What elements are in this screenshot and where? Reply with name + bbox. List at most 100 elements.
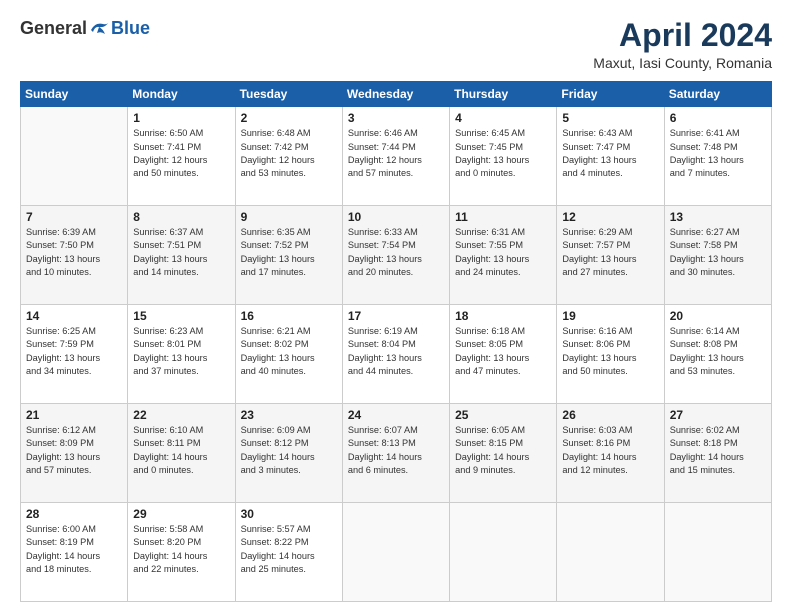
day-info: Sunrise: 6:21 AM Sunset: 8:02 PM Dayligh… <box>241 325 337 378</box>
day-info: Sunrise: 6:48 AM Sunset: 7:42 PM Dayligh… <box>241 127 337 180</box>
calendar-cell: 13 Sunrise: 6:27 AM Sunset: 7:58 PM Dayli… <box>664 206 771 305</box>
day-number: 21 <box>26 408 122 422</box>
day-info: Sunrise: 6:27 AM Sunset: 7:58 PM Dayligh… <box>670 226 766 279</box>
calendar-cell: 25Sunrise: 6:05 AM Sunset: 8:15 PM Dayli… <box>450 404 557 503</box>
day-number: 27 <box>670 408 766 422</box>
calendar-cell: 20 Sunrise: 6:14 AM Sunset: 8:08 PM Dayli… <box>664 305 771 404</box>
day-info: Sunrise: 5:58 AM Sunset: 8:20 PM Dayligh… <box>133 523 229 576</box>
calendar-cell: 11Sunrise: 6:31 AM Sunset: 7:55 PM Dayli… <box>450 206 557 305</box>
calendar-cell: 9 Sunrise: 6:35 AM Sunset: 7:52 PM Daylig… <box>235 206 342 305</box>
day-number: 3 <box>348 111 444 125</box>
calendar-cell: 19Sunrise: 6:16 AM Sunset: 8:06 PM Dayli… <box>557 305 664 404</box>
col-header-tuesday: Tuesday <box>235 82 342 107</box>
calendar-cell <box>557 503 664 602</box>
day-info: Sunrise: 6:45 AM Sunset: 7:45 PM Dayligh… <box>455 127 551 180</box>
logo-general: General <box>20 18 87 39</box>
calendar-cell: 30 Sunrise: 5:57 AM Sunset: 8:22 PM Dayli… <box>235 503 342 602</box>
day-number: 22 <box>133 408 229 422</box>
logo-bird-icon <box>89 20 111 38</box>
day-number: 25 <box>455 408 551 422</box>
day-info: Sunrise: 6:29 AM Sunset: 7:57 PM Dayligh… <box>562 226 658 279</box>
location: Maxut, Iasi County, Romania <box>593 55 772 71</box>
logo-blue: Blue <box>111 18 150 39</box>
day-info: Sunrise: 6:09 AM Sunset: 8:12 PM Dayligh… <box>241 424 337 477</box>
calendar-table: SundayMondayTuesdayWednesdayThursdayFrid… <box>20 81 772 602</box>
day-number: 10 <box>348 210 444 224</box>
day-number: 24 <box>348 408 444 422</box>
calendar-cell: 17 Sunrise: 6:19 AM Sunset: 8:04 PM Dayli… <box>342 305 449 404</box>
day-number: 8 <box>133 210 229 224</box>
calendar-cell: 21Sunrise: 6:12 AM Sunset: 8:09 PM Dayli… <box>21 404 128 503</box>
calendar-cell: 18 Sunrise: 6:18 AM Sunset: 8:05 PM Dayli… <box>450 305 557 404</box>
day-number: 12 <box>562 210 658 224</box>
day-number: 4 <box>455 111 551 125</box>
day-info: Sunrise: 6:50 AM Sunset: 7:41 PM Dayligh… <box>133 127 229 180</box>
calendar-cell: 5 Sunrise: 6:43 AM Sunset: 7:47 PM Daylig… <box>557 107 664 206</box>
calendar-cell <box>450 503 557 602</box>
day-info: Sunrise: 6:46 AM Sunset: 7:44 PM Dayligh… <box>348 127 444 180</box>
calendar-cell <box>21 107 128 206</box>
day-info: Sunrise: 6:03 AM Sunset: 8:16 PM Dayligh… <box>562 424 658 477</box>
day-info: Sunrise: 5:57 AM Sunset: 8:22 PM Dayligh… <box>241 523 337 576</box>
col-header-wednesday: Wednesday <box>342 82 449 107</box>
calendar-cell <box>664 503 771 602</box>
day-number: 13 <box>670 210 766 224</box>
day-info: Sunrise: 6:41 AM Sunset: 7:48 PM Dayligh… <box>670 127 766 180</box>
day-number: 1 <box>133 111 229 125</box>
calendar-cell <box>342 503 449 602</box>
col-header-friday: Friday <box>557 82 664 107</box>
calendar-cell: 26 Sunrise: 6:03 AM Sunset: 8:16 PM Dayli… <box>557 404 664 503</box>
day-number: 29 <box>133 507 229 521</box>
day-number: 2 <box>241 111 337 125</box>
day-info: Sunrise: 6:02 AM Sunset: 8:18 PM Dayligh… <box>670 424 766 477</box>
day-number: 26 <box>562 408 658 422</box>
calendar-cell: 28Sunrise: 6:00 AM Sunset: 8:19 PM Dayli… <box>21 503 128 602</box>
day-info: Sunrise: 6:25 AM Sunset: 7:59 PM Dayligh… <box>26 325 122 378</box>
day-info: Sunrise: 6:33 AM Sunset: 7:54 PM Dayligh… <box>348 226 444 279</box>
day-number: 9 <box>241 210 337 224</box>
day-info: Sunrise: 6:18 AM Sunset: 8:05 PM Dayligh… <box>455 325 551 378</box>
day-info: Sunrise: 6:07 AM Sunset: 8:13 PM Dayligh… <box>348 424 444 477</box>
day-number: 18 <box>455 309 551 323</box>
calendar-cell: 12 Sunrise: 6:29 AM Sunset: 7:57 PM Dayli… <box>557 206 664 305</box>
calendar-cell: 15 Sunrise: 6:23 AM Sunset: 8:01 PM Dayli… <box>128 305 235 404</box>
col-header-sunday: Sunday <box>21 82 128 107</box>
calendar-cell: 7 Sunrise: 6:39 AM Sunset: 7:50 PM Daylig… <box>21 206 128 305</box>
day-number: 7 <box>26 210 122 224</box>
calendar-cell: 6 Sunrise: 6:41 AM Sunset: 7:48 PM Daylig… <box>664 107 771 206</box>
calendar-cell: 27 Sunrise: 6:02 AM Sunset: 8:18 PM Dayli… <box>664 404 771 503</box>
day-info: Sunrise: 6:14 AM Sunset: 8:08 PM Dayligh… <box>670 325 766 378</box>
day-info: Sunrise: 6:39 AM Sunset: 7:50 PM Dayligh… <box>26 226 122 279</box>
calendar-cell: 2 Sunrise: 6:48 AM Sunset: 7:42 PM Daylig… <box>235 107 342 206</box>
header: General Blue April 2024 Maxut, Iasi Coun… <box>20 18 772 71</box>
calendar-cell: 29 Sunrise: 5:58 AM Sunset: 8:20 PM Dayli… <box>128 503 235 602</box>
col-header-thursday: Thursday <box>450 82 557 107</box>
day-number: 16 <box>241 309 337 323</box>
day-number: 20 <box>670 309 766 323</box>
day-number: 30 <box>241 507 337 521</box>
calendar-cell: 24 Sunrise: 6:07 AM Sunset: 8:13 PM Dayli… <box>342 404 449 503</box>
calendar-cell: 8 Sunrise: 6:37 AM Sunset: 7:51 PM Daylig… <box>128 206 235 305</box>
day-info: Sunrise: 6:00 AM Sunset: 8:19 PM Dayligh… <box>26 523 122 576</box>
calendar-cell: 22 Sunrise: 6:10 AM Sunset: 8:11 PM Dayli… <box>128 404 235 503</box>
day-number: 17 <box>348 309 444 323</box>
day-number: 15 <box>133 309 229 323</box>
col-header-monday: Monday <box>128 82 235 107</box>
day-info: Sunrise: 6:37 AM Sunset: 7:51 PM Dayligh… <box>133 226 229 279</box>
day-number: 19 <box>562 309 658 323</box>
day-info: Sunrise: 6:23 AM Sunset: 8:01 PM Dayligh… <box>133 325 229 378</box>
calendar-cell: 16 Sunrise: 6:21 AM Sunset: 8:02 PM Dayli… <box>235 305 342 404</box>
day-info: Sunrise: 6:10 AM Sunset: 8:11 PM Dayligh… <box>133 424 229 477</box>
day-info: Sunrise: 6:43 AM Sunset: 7:47 PM Dayligh… <box>562 127 658 180</box>
day-info: Sunrise: 6:31 AM Sunset: 7:55 PM Dayligh… <box>455 226 551 279</box>
day-info: Sunrise: 6:35 AM Sunset: 7:52 PM Dayligh… <box>241 226 337 279</box>
day-info: Sunrise: 6:19 AM Sunset: 8:04 PM Dayligh… <box>348 325 444 378</box>
calendar-cell: 14 Sunrise: 6:25 AM Sunset: 7:59 PM Dayli… <box>21 305 128 404</box>
day-number: 14 <box>26 309 122 323</box>
logo: General Blue <box>20 18 150 39</box>
day-number: 5 <box>562 111 658 125</box>
calendar-cell: 10 Sunrise: 6:33 AM Sunset: 7:54 PM Dayli… <box>342 206 449 305</box>
day-number: 23 <box>241 408 337 422</box>
calendar-cell: 3 Sunrise: 6:46 AM Sunset: 7:44 PM Daylig… <box>342 107 449 206</box>
day-number: 6 <box>670 111 766 125</box>
